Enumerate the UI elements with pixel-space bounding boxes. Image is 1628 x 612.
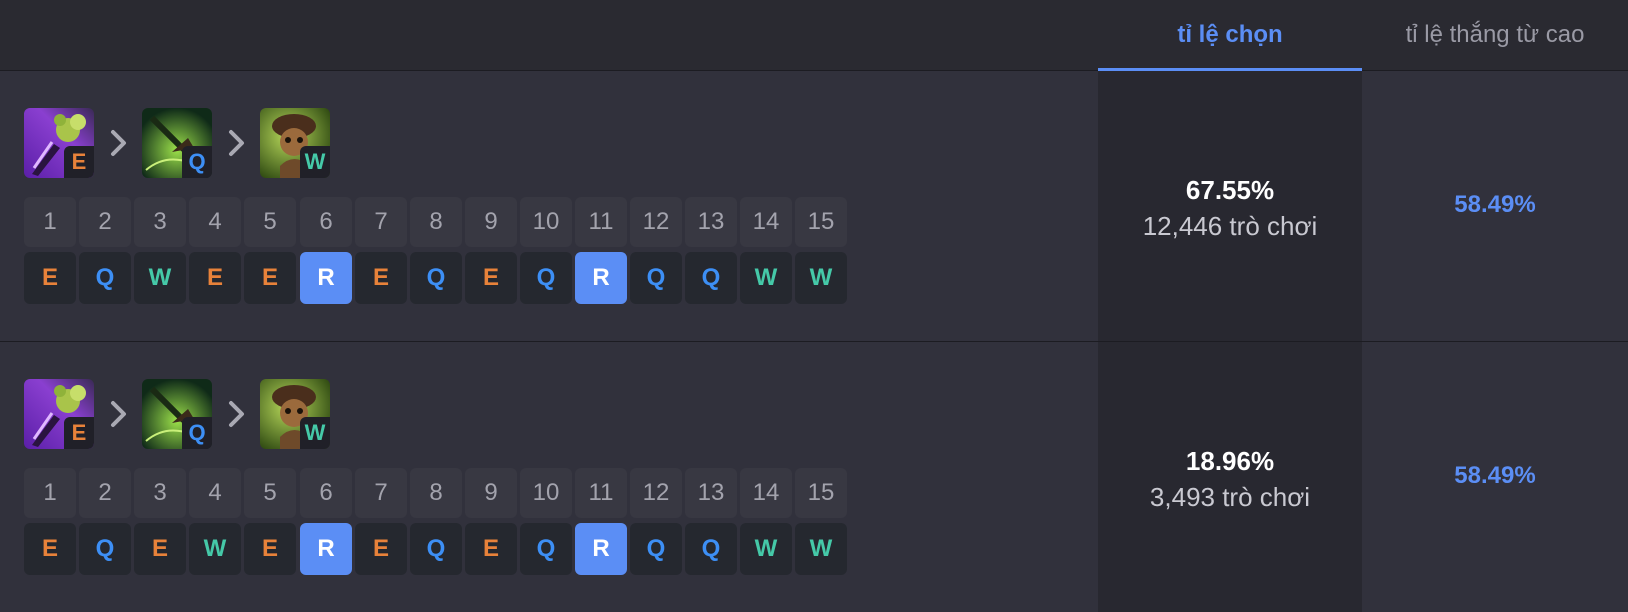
level-cell: 4 xyxy=(189,468,241,518)
level-cell: 10 xyxy=(520,468,572,518)
skill-order-row: E Q W 1 2 3 4 5 6 7 8 9 10 11 12 13 14 15 E Q E W E R E Q E Q R Q Q W W 1… xyxy=(0,342,1628,612)
skill-cell: Q xyxy=(79,523,131,575)
chevron-right-icon xyxy=(229,401,244,427)
skill-cell: W xyxy=(134,252,186,304)
skill-cell: Q xyxy=(79,252,131,304)
green-blinding-dart-icon: Q xyxy=(142,379,212,449)
level-cell: 13 xyxy=(685,197,737,247)
skill-cell: R xyxy=(300,252,352,304)
level-cell: 11 xyxy=(575,468,627,518)
skill-cell: Q xyxy=(630,252,682,304)
chevron-right-icon xyxy=(111,130,126,156)
level-cell: 7 xyxy=(355,197,407,247)
skill-cell: E xyxy=(189,252,241,304)
skill-cell: E xyxy=(465,252,517,304)
skill-order-panel: tỉ lệ chọn tỉ lệ thắng từ cao EQW1234567… xyxy=(0,0,1628,612)
chevron-right-icon xyxy=(229,130,244,156)
skill-cell: Q xyxy=(520,252,572,304)
skill-cell: W xyxy=(740,523,792,575)
skill-cell: Q xyxy=(630,523,682,575)
skill-cell: W xyxy=(189,523,241,575)
skill-cell: E xyxy=(355,252,407,304)
table-header: tỉ lệ chọn tỉ lệ thắng từ cao xyxy=(0,0,1628,72)
level-cell: 8 xyxy=(410,468,462,518)
level-cell: 7 xyxy=(355,468,407,518)
skill-cell: W xyxy=(795,252,847,304)
level-cell: 6 xyxy=(300,468,352,518)
skill-cell: W xyxy=(740,252,792,304)
pick-rate-cell: 18.96% 3,493 trò chơi xyxy=(1098,342,1362,612)
level-cell: 5 xyxy=(244,468,296,518)
skill-cell: Q xyxy=(685,523,737,575)
skill-cell: Q xyxy=(685,252,737,304)
level-cell: 9 xyxy=(465,197,517,247)
level-cell: 1 xyxy=(24,468,76,518)
skill-cell: E xyxy=(244,252,296,304)
green-blinding-dart-icon: Q xyxy=(142,108,212,178)
brown-mushroom-scout-icon: W xyxy=(260,108,330,178)
skill-cell: E xyxy=(24,252,76,304)
level-cell: 11 xyxy=(575,197,627,247)
skill-order-row: E Q W 1 2 3 4 5 6 7 8 9 10 11 12 13 14 15 E Q W E E R E Q E Q R Q Q W W 6… xyxy=(0,71,1628,342)
level-cell: 4 xyxy=(189,197,241,247)
skill-cell: Q xyxy=(520,523,572,575)
skill-key-label: W xyxy=(300,146,330,178)
level-cell: 10 xyxy=(520,197,572,247)
chevron-right-icon xyxy=(111,401,126,427)
skill-cell: W xyxy=(795,523,847,575)
level-cell: 6 xyxy=(300,197,352,247)
tab-win-rate[interactable]: tỉ lệ thắng từ cao xyxy=(1362,0,1628,71)
level-cell: 3 xyxy=(134,197,186,247)
win-rate-value: 58.49% xyxy=(1454,191,1536,218)
skill-key-label: E xyxy=(64,146,94,178)
skill-key-label: E xyxy=(64,417,94,449)
skill-cell: R xyxy=(575,523,627,575)
skill-cell: E xyxy=(244,523,296,575)
level-cell: 3 xyxy=(134,468,186,518)
purple-poison-flask-icon: E xyxy=(24,108,94,178)
skill-cell: Q xyxy=(410,523,462,575)
level-cell: 9 xyxy=(465,468,517,518)
skill-cell: Q xyxy=(410,252,462,304)
skill-key-label: W xyxy=(300,417,330,449)
pick-rate-value: 67.55% xyxy=(1185,175,1275,205)
level-cell: 2 xyxy=(79,197,131,247)
skill-cell: R xyxy=(300,523,352,575)
skill-key-label: Q xyxy=(182,146,212,178)
win-rate-value: 58.49% xyxy=(1454,462,1536,489)
games-count: 3,493 trò chơi xyxy=(1149,482,1311,512)
level-cell: 1 xyxy=(24,197,76,247)
level-cell: 12 xyxy=(630,468,682,518)
tab-pick-rate[interactable]: tỉ lệ chọn xyxy=(1098,0,1362,72)
level-cell: 14 xyxy=(740,468,792,518)
level-cell: 12 xyxy=(630,197,682,247)
skill-cell: E xyxy=(465,523,517,575)
level-cell: 5 xyxy=(244,197,296,247)
skill-cell: E xyxy=(24,523,76,575)
skill-cell: R xyxy=(575,252,627,304)
level-cell: 15 xyxy=(795,197,847,247)
skill-cell: E xyxy=(134,523,186,575)
level-cell: 14 xyxy=(740,197,792,247)
level-cell: 8 xyxy=(410,197,462,247)
level-cell: 13 xyxy=(685,468,737,518)
purple-poison-flask-icon: E xyxy=(24,379,94,449)
pick-rate-value: 18.96% xyxy=(1185,446,1275,476)
skill-cell: E xyxy=(355,523,407,575)
games-count: 12,446 trò chơi xyxy=(1142,211,1318,241)
level-cell: 15 xyxy=(795,468,847,518)
brown-mushroom-scout-icon: W xyxy=(260,379,330,449)
level-cell: 2 xyxy=(79,468,131,518)
skill-key-label: Q xyxy=(182,417,212,449)
pick-rate-cell: 67.55% 12,446 trò chơi xyxy=(1098,71,1362,341)
